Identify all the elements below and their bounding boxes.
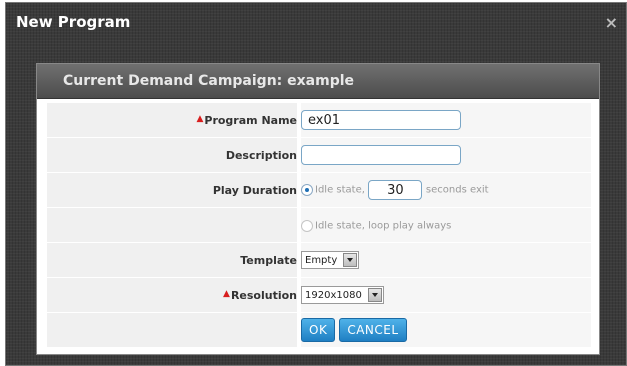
panel-header: Current Demand Campaign: example <box>37 64 599 99</box>
program-form: ▲Program Name Description Play Duratio <box>47 102 591 348</box>
play-duration-row: Play Duration Idle state, seconds exit <box>47 173 591 207</box>
template-row: Template Empty <box>47 243 591 277</box>
description-label: Description <box>225 148 297 162</box>
campaign-panel: Current Demand Campaign: example ▲Progra… <box>36 63 600 355</box>
play-duration-label-cell: Play Duration <box>47 173 297 207</box>
loop-play-label: Idle state, loop play always <box>315 220 452 231</box>
new-program-dialog: New Program × Current Demand Campaign: e… <box>5 2 627 366</box>
seconds-exit-label: seconds exit <box>425 184 489 196</box>
play-duration-value-cell: Idle state, seconds exit <box>301 173 591 207</box>
actions-row: OK CANCEL <box>47 313 591 347</box>
resolution-label: Resolution <box>230 288 297 302</box>
idle-exit-radio[interactable] <box>301 184 313 196</box>
required-marker-icon: ▲ <box>223 288 230 299</box>
program-name-value-cell <box>301 103 591 137</box>
template-label: Template <box>240 253 297 267</box>
resolution-row: ▲Resolution 1920x1080 <box>47 278 591 312</box>
loop-play-row: Idle state, loop play always <box>47 208 591 242</box>
program-name-label: Program Name <box>204 113 297 127</box>
template-select[interactable]: Empty <box>301 251 360 269</box>
loop-play-label-cell <box>47 208 297 242</box>
ok-button[interactable]: OK <box>301 318 336 342</box>
resolution-label-cell: ▲Resolution <box>47 278 297 312</box>
program-name-label-cell: ▲Program Name <box>47 103 297 137</box>
play-duration-label: Play Duration <box>212 183 297 197</box>
idle-state-label: Idle state, <box>315 184 365 196</box>
template-value-cell: Empty <box>301 243 591 277</box>
template-label-cell: Template <box>47 243 297 277</box>
resolution-value-cell: 1920x1080 <box>301 278 591 312</box>
idle-loop-radio[interactable] <box>301 219 313 232</box>
chevron-down-icon[interactable] <box>367 288 382 302</box>
description-input[interactable] <box>301 145 461 165</box>
resolution-selected-value: 1920x1080 <box>305 289 362 301</box>
actions-cell: OK CANCEL <box>301 313 591 347</box>
close-icon[interactable]: × <box>605 13 618 32</box>
program-name-row: ▲Program Name <box>47 103 591 137</box>
description-row: Description <box>47 138 591 172</box>
panel-title: Current Demand Campaign: example <box>63 73 355 89</box>
dialog-titlebar[interactable]: New Program × <box>6 3 626 43</box>
loop-play-value-cell: Idle state, loop play always <box>301 208 591 242</box>
chevron-down-icon[interactable] <box>343 253 358 267</box>
program-name-input[interactable] <box>301 110 461 130</box>
resolution-select[interactable]: 1920x1080 <box>301 286 384 304</box>
description-label-cell: Description <box>47 138 297 172</box>
description-value-cell <box>301 138 591 172</box>
cancel-button[interactable]: CANCEL <box>339 318 407 342</box>
template-selected-value: Empty <box>305 254 338 266</box>
required-marker-icon: ▲ <box>196 113 204 124</box>
actions-label-cell <box>47 313 297 347</box>
idle-seconds-input[interactable] <box>368 180 423 200</box>
dialog-title: New Program <box>16 13 131 31</box>
